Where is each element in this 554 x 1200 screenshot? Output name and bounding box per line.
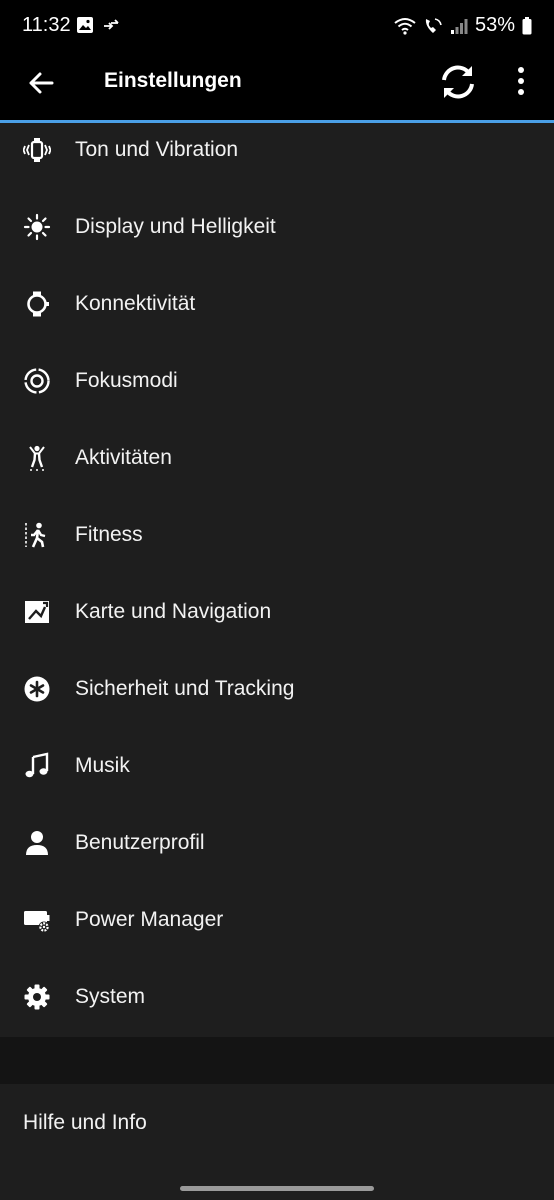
safety-icon <box>22 674 52 704</box>
more-vert-icon <box>518 67 524 95</box>
settings-item-label: Musik <box>75 753 130 777</box>
settings-item-label: Aktivitäten <box>75 445 172 469</box>
settings-item-fokusmodi[interactable]: Fokusmodi <box>0 342 554 419</box>
battery-icon <box>522 16 532 34</box>
settings-item-label: Konnektivität <box>75 291 196 315</box>
settings-item-ton-und-vibration[interactable]: Ton und Vibration <box>0 111 554 188</box>
brightness-icon <box>22 212 52 242</box>
settings-item-aktivitaeten[interactable]: Aktivitäten <box>0 419 554 496</box>
settings-item-label: Display und Helligkeit <box>75 214 276 238</box>
help-and-info-item[interactable]: Hilfe und Info <box>0 1084 554 1162</box>
back-button[interactable] <box>24 66 58 100</box>
settings-item-power-manager[interactable]: Power Manager <box>0 881 554 958</box>
arrow-left-icon <box>29 72 54 94</box>
settings-item-label: System <box>75 984 146 1008</box>
gear-icon <box>22 982 52 1012</box>
settings-item-konnektivitaet[interactable]: Konnektivität <box>0 265 554 342</box>
wifi-icon <box>394 17 416 35</box>
sound-vibration-icon <box>22 135 52 165</box>
home-indicator[interactable] <box>180 1186 374 1191</box>
data-transfer-icon <box>104 19 119 30</box>
power-manager-icon <box>22 905 52 935</box>
help-and-info-label: Hilfe und Info <box>23 1111 147 1134</box>
settings-item-label: Power Manager <box>75 907 224 931</box>
settings-item-label: Fitness <box>75 522 143 546</box>
settings-item-label: Sicherheit und Tracking <box>75 676 295 700</box>
watch-connectivity-icon <box>22 289 52 319</box>
settings-item-label: Benutzerprofil <box>75 830 205 854</box>
status-bar: 11:32 53% <box>0 0 554 52</box>
sync-icon <box>442 65 474 99</box>
section-divider <box>0 1037 554 1084</box>
settings-list: Ton und Vibration Display und Helligkeit <box>0 123 554 1037</box>
settings-item-fitness[interactable]: Fitness <box>0 496 554 573</box>
settings-item-label: Karte und Navigation <box>75 599 272 623</box>
fitness-icon <box>22 520 52 550</box>
music-icon <box>22 751 52 781</box>
gallery-notification-icon <box>77 17 93 33</box>
settings-item-label: Ton und Vibration <box>75 137 239 161</box>
settings-item-musik[interactable]: Musik <box>0 727 554 804</box>
settings-item-sicherheit-und-tracking[interactable]: Sicherheit und Tracking <box>0 650 554 727</box>
settings-item-system[interactable]: System <box>0 958 554 1035</box>
settings-item-display-und-helligkeit[interactable]: Display und Helligkeit <box>0 188 554 265</box>
sync-button[interactable] <box>436 60 480 104</box>
user-icon <box>22 828 52 858</box>
page-title: Einstellungen <box>104 69 242 92</box>
wifi-call-icon <box>425 17 442 33</box>
map-icon <box>22 597 52 627</box>
settings-item-label: Fokusmodi <box>75 368 178 392</box>
settings-item-benutzerprofil[interactable]: Benutzerprofil <box>0 804 554 881</box>
app-bar: Einstellungen <box>0 52 554 120</box>
activity-icon <box>22 443 52 473</box>
settings-item-karte-und-navigation[interactable]: Karte und Navigation <box>0 573 554 650</box>
signal-icon <box>450 18 468 34</box>
navigation-bar <box>0 1162 554 1200</box>
more-options-button[interactable] <box>508 62 534 102</box>
battery-percentage: 53% <box>474 14 515 36</box>
status-time: 11:32 <box>22 14 71 36</box>
focus-icon <box>22 366 52 396</box>
